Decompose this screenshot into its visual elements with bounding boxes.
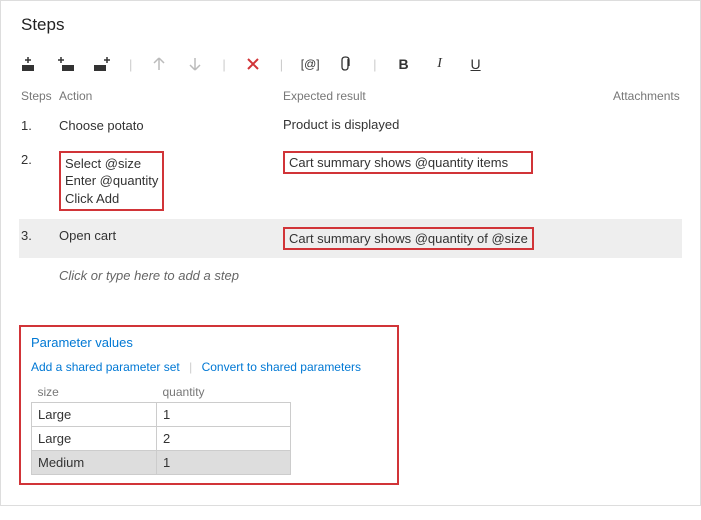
step-expected-text: Cart summary shows @quantity items (283, 151, 533, 174)
step-action-cell[interactable]: Open cart (59, 227, 283, 245)
insert-step-before-icon[interactable] (57, 55, 75, 73)
param-cell-size[interactable]: Medium (32, 451, 157, 475)
param-cell-quantity[interactable]: 2 (157, 427, 291, 451)
steps-toolbar: | | | [@] | B I U (19, 49, 682, 83)
insert-shared-step-icon[interactable] (93, 55, 111, 73)
delete-step-icon[interactable] (244, 55, 262, 73)
move-down-icon (186, 55, 204, 73)
step-row[interactable]: 2.Select @size Enter @quantity Click Add… (19, 143, 682, 220)
move-up-icon (150, 55, 168, 73)
col-header-steps: Steps (21, 89, 59, 103)
step-action-text: Open cart (59, 227, 283, 245)
parameter-values-title: Parameter values (31, 335, 387, 350)
param-cell-size[interactable]: Large (32, 403, 157, 427)
steps-grid-header: Steps Action Expected result Attachments (19, 83, 682, 109)
step-number: 3. (21, 227, 59, 243)
step-action-cell[interactable]: Select @size Enter @quantity Click Add (59, 151, 283, 212)
step-expected-cell[interactable]: Cart summary shows @quantity items (283, 151, 613, 174)
step-action-cell[interactable]: Choose potato (59, 117, 283, 135)
bold-icon[interactable]: B (395, 55, 413, 73)
step-expected-text: Cart summary shows @quantity of @size (283, 227, 534, 250)
panel-heading: Steps (21, 15, 682, 35)
param-row[interactable]: Medium1 (32, 451, 291, 475)
link-separator: | (189, 360, 192, 374)
italic-icon[interactable]: I (431, 55, 449, 73)
param-row[interactable]: Large1 (32, 403, 291, 427)
col-header-expected: Expected result (283, 89, 613, 103)
step-action-text: Choose potato (59, 117, 283, 135)
add-shared-param-link[interactable]: Add a shared parameter set (31, 360, 180, 374)
insert-parameter-icon[interactable]: [@] (301, 55, 319, 73)
param-header-size: size (32, 382, 157, 403)
step-expected-cell[interactable]: Cart summary shows @quantity of @size (283, 227, 613, 250)
toolbar-separator: | (373, 57, 376, 72)
attach-icon[interactable] (337, 55, 355, 73)
add-step-placeholder[interactable]: Click or type here to add a step (19, 258, 682, 287)
step-expected-text: Product is displayed (283, 117, 613, 132)
steps-panel: Steps | | | [@] | B I U Step (0, 0, 701, 506)
insert-step-icon[interactable] (21, 55, 39, 73)
step-expected-cell[interactable]: Product is displayed (283, 117, 613, 132)
underline-icon[interactable]: U (467, 55, 485, 73)
param-cell-quantity[interactable]: 1 (157, 451, 291, 475)
steps-grid-body: 1.Choose potatoProduct is displayed2.Sel… (19, 109, 682, 258)
param-cell-size[interactable]: Large (32, 427, 157, 451)
param-cell-quantity[interactable]: 1 (157, 403, 291, 427)
step-action-text: Select @size Enter @quantity Click Add (59, 151, 164, 212)
param-header-quantity: quantity (157, 382, 291, 403)
step-row[interactable]: 1.Choose potatoProduct is displayed (19, 109, 682, 143)
toolbar-separator: | (222, 57, 225, 72)
col-header-attachments: Attachments (613, 89, 680, 103)
convert-shared-param-link[interactable]: Convert to shared parameters (202, 360, 361, 374)
step-row[interactable]: 3.Open cartCart summary shows @quantity … (19, 219, 682, 258)
parameter-links: Add a shared parameter set | Convert to … (31, 360, 387, 374)
param-row[interactable]: Large2 (32, 427, 291, 451)
toolbar-separator: | (129, 57, 132, 72)
step-number: 1. (21, 117, 59, 133)
parameter-table: size quantity Large1Large2Medium1 (31, 382, 291, 475)
parameter-values-panel: Parameter values Add a shared parameter … (19, 325, 399, 485)
step-number: 2. (21, 151, 59, 167)
toolbar-separator: | (280, 57, 283, 72)
col-header-action: Action (59, 89, 283, 103)
